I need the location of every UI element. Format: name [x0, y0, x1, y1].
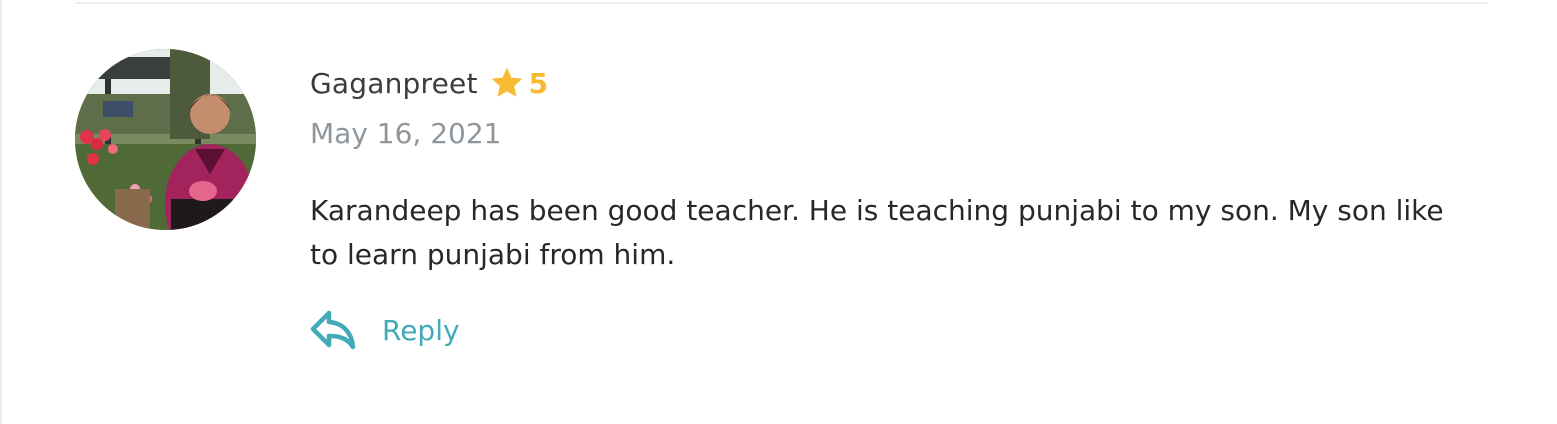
avatar-photo: [75, 49, 256, 230]
author-name: Gaganpreet: [310, 66, 478, 100]
review-text: Karandeep has been good teacher. He is t…: [310, 194, 1444, 271]
reply-label: Reply: [382, 313, 460, 347]
reply-arrow-icon: [310, 310, 356, 350]
rating-value: 5: [528, 66, 549, 100]
page-left-border: [0, 0, 2, 424]
review-header: Gaganpreet 5: [310, 63, 548, 103]
reply-button[interactable]: Reply: [310, 309, 460, 351]
avatar: [75, 49, 256, 230]
review-divider: [75, 2, 1487, 4]
review-date: May 16, 2021: [310, 117, 502, 150]
star-icon: [491, 67, 522, 97]
